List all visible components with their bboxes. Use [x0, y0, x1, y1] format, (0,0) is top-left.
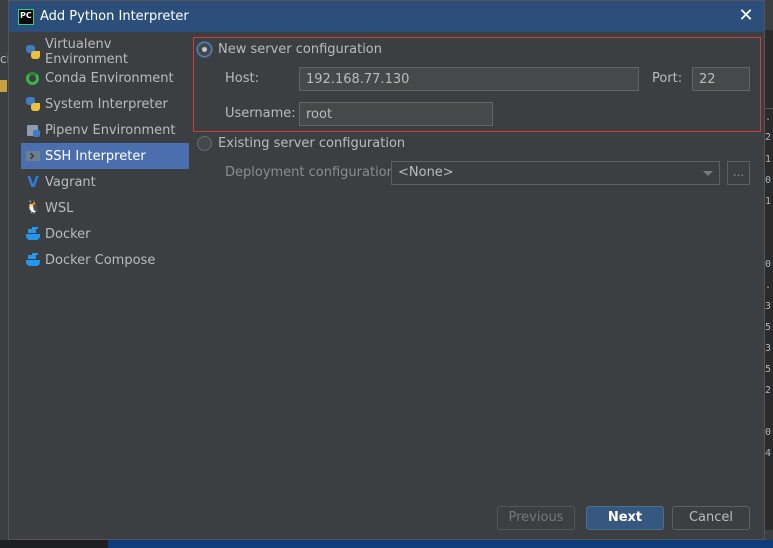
deployment-browse-button[interactable]: ... [727, 161, 750, 185]
sidebar-item-docker-compose[interactable]: Docker Compose [21, 247, 189, 273]
new-server-radio[interactable] [197, 42, 212, 57]
sidebar-item-label: Pipenv Environment [45, 122, 176, 138]
pycharm-logo-icon: PC [18, 8, 34, 25]
python-icon [25, 44, 41, 60]
sidebar-item-virtualenv[interactable]: Virtualenv Environment [21, 37, 189, 67]
background-ide-char: 0 [765, 427, 772, 438]
background-ide-char: 5 [765, 364, 772, 375]
dialog-titlebar[interactable]: PC Add Python Interpreter ✕ [9, 1, 764, 32]
background-taskbar-highlight [108, 540, 773, 548]
python-icon [25, 96, 41, 112]
existing-server-radio[interactable] [197, 136, 212, 151]
background-ide-divider [764, 108, 773, 109]
chevron-down-icon [703, 171, 713, 176]
sidebar-item-label: WSL [45, 200, 74, 216]
sidebar-item-label: Virtualenv Environment [45, 37, 129, 67]
sidebar-item-docker[interactable]: Docker [21, 221, 189, 247]
background-ide-arrow-icon [0, 80, 7, 92]
port-label: Port: [652, 71, 683, 86]
docker-icon [25, 226, 41, 242]
next-button[interactable]: Next [586, 506, 664, 530]
vagrant-icon: V [27, 173, 39, 191]
sidebar-item-label: Docker Compose [45, 252, 156, 268]
background-ide-left-edge [0, 30, 8, 540]
cancel-button[interactable]: Cancel [672, 506, 750, 530]
sidebar-item-conda[interactable]: Conda Environment [21, 65, 189, 91]
host-input[interactable] [299, 67, 639, 91]
pipenv-icon [25, 122, 41, 138]
interpreter-type-list: Virtualenv Environment Conda Environment… [21, 37, 189, 273]
background-ide-char: . [765, 280, 772, 291]
background-ide-char: 0 [765, 259, 772, 270]
sidebar-item-label: System Interpreter [45, 96, 168, 112]
ssh-icon [25, 148, 41, 164]
add-python-interpreter-dialog: PC Add Python Interpreter ✕ Virtualenv E… [8, 0, 765, 540]
sidebar-item-label: SSH Interpreter [45, 148, 146, 164]
background-ide-char: 5 [765, 322, 772, 333]
sidebar-item-wsl[interactable]: 🐧 WSL [21, 195, 189, 221]
background-ide-char: 3 [765, 343, 772, 354]
dialog-title: Add Python Interpreter [40, 9, 189, 24]
background-ide-char: 0 [765, 175, 772, 186]
conda-icon [26, 71, 39, 85]
docker-icon [25, 252, 41, 268]
close-icon[interactable]: ✕ [736, 6, 756, 26]
deployment-configuration-select[interactable]: <None> [391, 161, 720, 185]
background-ide-char: 2 [765, 132, 772, 143]
sidebar-item-vagrant[interactable]: V Vagrant [21, 169, 189, 195]
background-ide-char: 1 [765, 196, 772, 207]
username-label: Username: [225, 106, 296, 121]
background-ide-char: 3 [765, 301, 772, 312]
host-label: Host: [225, 71, 259, 86]
previous-button[interactable]: Previous [497, 506, 575, 530]
wsl-icon: 🐧 [25, 200, 42, 215]
sidebar-item-label: Docker [45, 226, 91, 242]
background-ide-char: 1 [765, 154, 772, 165]
sidebar-item-label: Vagrant [45, 174, 96, 190]
existing-server-radio-label[interactable]: Existing server configuration [218, 136, 405, 151]
background-ide-char: . [765, 112, 772, 123]
sidebar-item-system[interactable]: System Interpreter [21, 91, 189, 117]
deployment-configuration-value: <None> [398, 165, 454, 180]
background-ide-char: 4 [765, 448, 772, 459]
deployment-configuration-label: Deployment configuration: [225, 165, 400, 180]
sidebar-item-label: Conda Environment [45, 70, 174, 86]
sidebar-item-pipenv[interactable]: Pipenv Environment [21, 117, 189, 143]
new-server-radio-label[interactable]: New server configuration [218, 42, 382, 57]
port-input[interactable] [692, 67, 750, 91]
sidebar-item-ssh[interactable]: SSH Interpreter [21, 143, 189, 169]
username-input[interactable] [299, 102, 493, 126]
background-ide-char: 2 [765, 385, 772, 396]
